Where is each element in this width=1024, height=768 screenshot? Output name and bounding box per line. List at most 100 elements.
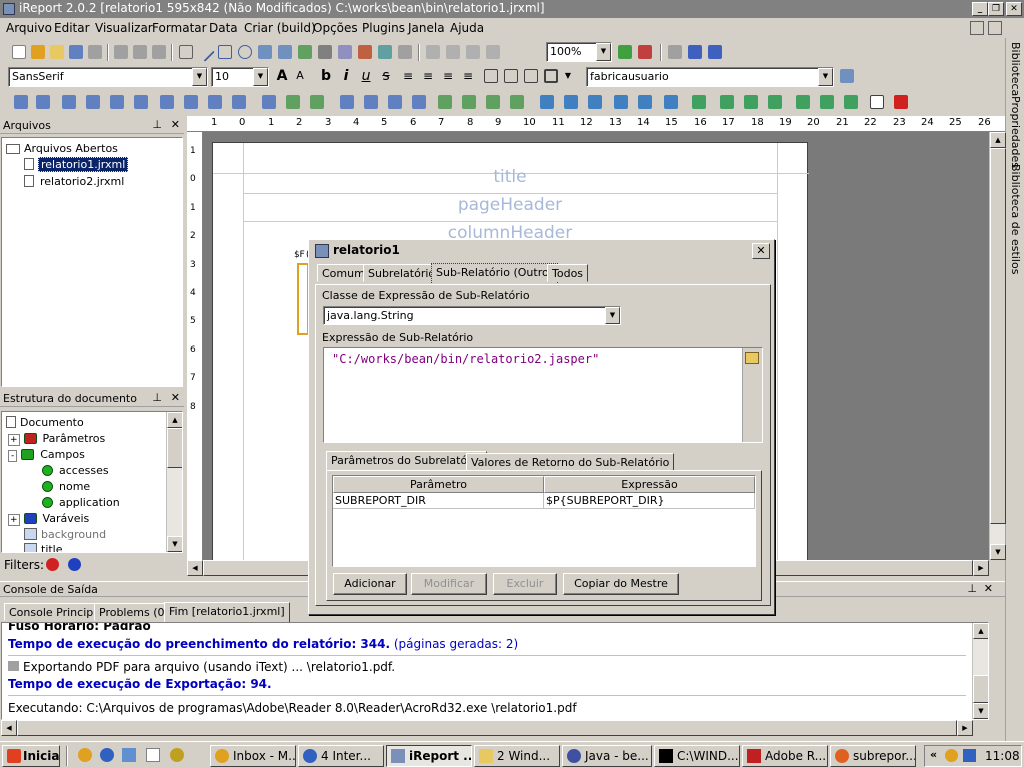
tray-chevron[interactable]: « <box>930 748 937 761</box>
structure-scrollbar[interactable]: ▲ ▼ <box>166 412 182 552</box>
chevron-down-icon[interactable]: ▼ <box>596 43 611 61</box>
file-item-relatorio1[interactable]: relatorio1.jrxml <box>24 157 129 172</box>
tab-console-principal[interactable]: Console Principal <box>4 603 109 621</box>
spacing-icon[interactable] <box>438 95 452 109</box>
zoom-in-icon[interactable] <box>618 45 632 59</box>
subreport-dialog[interactable]: relatorio1 ✕ Comum Subrelatório Sub-Rela… <box>308 239 775 615</box>
close-window-button[interactable]: ✕ <box>1006 2 1022 16</box>
save-all-icon[interactable] <box>88 45 102 59</box>
quicklaunch-icon[interactable] <box>146 748 160 762</box>
center-icon[interactable] <box>744 95 758 109</box>
table-cell[interactable]: SUBREPORT_DIR <box>333 493 544 509</box>
menu-visualizar[interactable]: Visualizar <box>95 21 153 35</box>
tree-item-band[interactable]: title <box>24 543 63 552</box>
expression-editor-icon[interactable] <box>745 352 759 364</box>
menu-editar[interactable]: Editar <box>54 21 90 35</box>
band-icon[interactable] <box>426 45 440 59</box>
tab-problems[interactable]: Problems (0) <box>94 603 174 621</box>
minimize-button[interactable]: _ <box>972 2 988 16</box>
tree-item-campos[interactable]: - Campos <box>8 448 85 462</box>
center-icon[interactable] <box>796 95 810 109</box>
delete-button[interactable]: Excluir <box>493 573 557 595</box>
spacing-icon[interactable] <box>510 95 524 109</box>
center-icon[interactable] <box>720 95 734 109</box>
task-firefox[interactable]: subrepor... <box>830 745 916 767</box>
scroll-thumb[interactable] <box>167 428 182 468</box>
chart-icon[interactable] <box>358 45 372 59</box>
menu-arquivo[interactable]: Arquivo <box>6 21 52 35</box>
query-icon[interactable] <box>840 69 854 83</box>
paste-icon[interactable] <box>152 45 166 59</box>
align-icon[interactable] <box>160 95 174 109</box>
italic-button[interactable]: i <box>336 66 356 86</box>
center-icon[interactable] <box>638 95 652 109</box>
spacing-icon[interactable] <box>340 95 354 109</box>
table-cell[interactable]: $P{SUBREPORT_DIR} <box>544 493 755 509</box>
menu-formatar[interactable]: Formatar <box>152 21 207 35</box>
side-tab-style-library[interactable]: Biblioteca de estilos <box>1009 164 1022 274</box>
bold-button[interactable]: b <box>316 66 336 86</box>
chevron-down-icon[interactable]: ▼ <box>192 68 207 86</box>
task-windows[interactable]: 2 Wind... <box>474 745 560 767</box>
center-icon[interactable] <box>844 95 858 109</box>
align-right-icon[interactable]: ≡ <box>438 66 458 86</box>
column-header-expressao[interactable]: Expressão <box>544 476 755 493</box>
database-icon[interactable] <box>466 45 480 59</box>
column-header-parametro[interactable]: Parâmetro <box>333 476 544 493</box>
compile-icon[interactable] <box>668 45 682 59</box>
static-text-icon[interactable] <box>258 45 272 59</box>
scroll-thumb[interactable] <box>973 675 988 703</box>
console-hscrollbar[interactable]: ◀ ▶ <box>1 720 973 736</box>
task-inbox[interactable]: Inbox - M... <box>210 745 296 767</box>
center-icon[interactable] <box>540 95 554 109</box>
align-left-icon[interactable]: ≡ <box>398 66 418 86</box>
chevron-down-icon[interactable]: ▼ <box>562 66 574 86</box>
window-title-bar[interactable]: iReport 2.0.2 [relatorio1 595x842 (Não M… <box>0 0 1024 18</box>
tree-item-documento[interactable]: Documento <box>6 416 84 429</box>
tree-item-field[interactable]: nome <box>42 480 90 493</box>
chevron-down-icon[interactable]: ▼ <box>253 68 268 86</box>
task-cmd[interactable]: C:\WIND... <box>654 745 740 767</box>
tree-root[interactable]: Arquivos Abertos <box>6 142 118 155</box>
quicklaunch-icon[interactable] <box>170 748 184 762</box>
align-center-icon[interactable]: ≡ <box>418 66 438 86</box>
task-ireport[interactable]: iReport ... <box>386 745 472 767</box>
modify-button[interactable]: Modificar <box>411 573 487 595</box>
tree-item-variaveis[interactable]: + Varáveis <box>8 512 89 526</box>
tree-item-field[interactable]: application <box>42 496 120 509</box>
copy-from-master-button[interactable]: Copiar do Mestre <box>563 573 679 595</box>
valign-top-icon[interactable] <box>484 69 498 83</box>
quicklaunch-icon[interactable] <box>78 748 92 762</box>
spacing-icon[interactable] <box>388 95 402 109</box>
close-icon[interactable]: ✕ <box>171 118 180 131</box>
console-output[interactable]: Fuso Horário: Padrão Tempo de execução d… <box>1 622 989 720</box>
expression-editor[interactable]: "C:/works/bean/bin/relatorio2.jasper" <box>323 347 763 443</box>
menu-data[interactable]: Data <box>209 21 238 35</box>
scroll-up-icon[interactable]: ▲ <box>990 132 1006 148</box>
spacing-icon[interactable] <box>462 95 476 109</box>
size-icon[interactable] <box>310 95 324 109</box>
spacing-icon[interactable] <box>412 95 426 109</box>
filter-remove-icon[interactable] <box>46 558 59 571</box>
filter-add-icon[interactable] <box>68 558 81 571</box>
save-icon[interactable] <box>69 45 83 59</box>
center-icon[interactable] <box>588 95 602 109</box>
pointer-icon[interactable] <box>179 45 193 59</box>
align-icon[interactable] <box>134 95 148 109</box>
tab-valores-retorno[interactable]: Valores de Retorno do Sub-Relatório <box>466 453 675 471</box>
scroll-right-icon[interactable]: ▶ <box>957 720 973 736</box>
increase-font-button[interactable]: A <box>272 66 292 86</box>
menu-janela[interactable]: Janela <box>408 21 445 35</box>
dock-icon[interactable] <box>970 21 984 35</box>
valign-bottom-icon[interactable] <box>524 69 538 83</box>
scroll-left-icon[interactable]: ◀ <box>187 560 203 576</box>
document-icon[interactable] <box>870 95 884 109</box>
copy-icon[interactable] <box>133 45 147 59</box>
align-icon[interactable] <box>14 95 28 109</box>
align-icon[interactable] <box>110 95 124 109</box>
tray-user-icon[interactable] <box>963 749 976 762</box>
task-adobe[interactable]: Adobe R... <box>742 745 828 767</box>
start-button[interactable]: Iniciar <box>2 745 60 767</box>
zoom-combo[interactable]: 100% ▼ <box>546 42 612 62</box>
tab-fim-relatorio[interactable]: Fim [relatorio1.jrxml] <box>164 602 290 622</box>
